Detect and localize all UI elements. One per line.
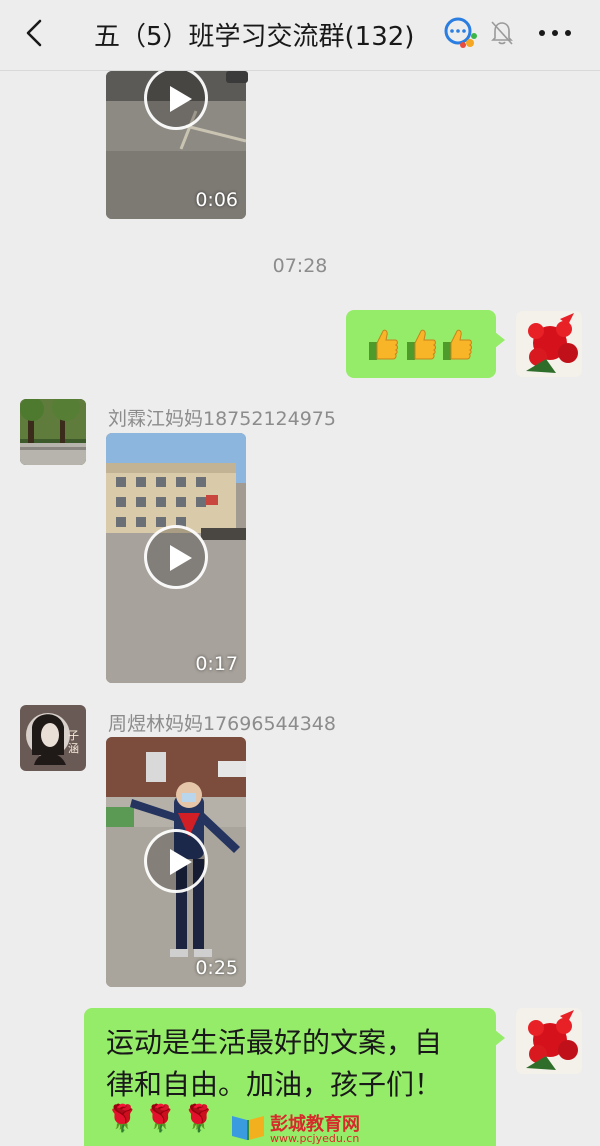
red-flower-avatar [516,311,582,377]
play-icon[interactable] [144,829,208,893]
video-message[interactable]: 0:06 [106,71,246,219]
chat-header: 五（5）班学习交流群(132) [0,0,600,71]
park-photo-avatar [20,399,86,465]
mute-bell-icon [491,21,513,45]
video-duration: 0:06 [195,189,238,211]
message-text: 运动是生活最好的文案，自律和自由。加油，孩子们！ [106,1026,443,1101]
video-duration: 0:17 [195,653,238,675]
back-arrow-icon[interactable] [20,18,50,48]
play-icon[interactable] [144,525,208,589]
thumbs-up-icon [443,329,472,360]
group-chat-icon[interactable] [442,16,478,50]
thumbs-up-icon [369,329,398,360]
avatar-signature: 子涵 [68,729,79,755]
rose-emoji: 🌹🌹🌹 [106,1104,222,1134]
video-message[interactable]: 0:25 [106,737,246,987]
video-message[interactable]: 0:17 [106,433,246,683]
video-partial-icon [226,71,248,83]
more-options-icon[interactable] [538,28,572,38]
timestamp: 07:28 [272,255,328,277]
my-avatar[interactable] [516,1008,582,1074]
book-logo-icon [232,1116,264,1140]
thumbs-up-icon [407,329,436,360]
message-list[interactable]: 0:06 07:28 刘霖江妈妈18752124975 0:17 子涵 周煜林妈… [0,71,600,1146]
sender-name: 周煜林妈妈17696544348 [108,713,336,735]
sender-avatar[interactable]: 子涵 [20,705,86,771]
watermark-url: www.pcjyedu.cn [270,1132,360,1145]
red-flower-avatar [516,1008,582,1074]
my-message-bubble[interactable] [346,310,505,378]
sender-name: 刘霖江妈妈18752124975 [108,408,336,430]
chat-title[interactable]: 五（5）班学习交流群(132) [94,16,414,53]
video-duration: 0:25 [195,957,238,979]
my-avatar[interactable] [516,311,582,377]
sender-avatar[interactable] [20,399,86,465]
